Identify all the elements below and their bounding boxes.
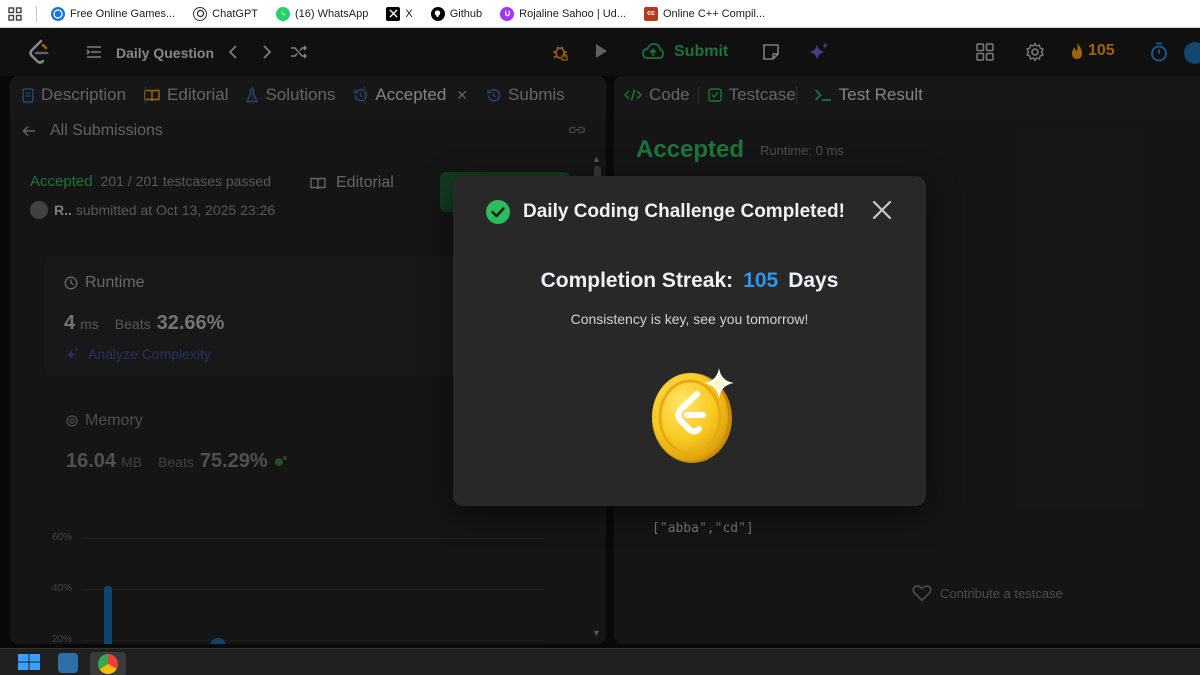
udemy-icon [500, 6, 515, 21]
completion-streak: Completion Streak: 105 Days [453, 269, 926, 293]
bookmark-x[interactable]: X [380, 0, 418, 28]
bookmarks-separator [36, 5, 37, 22]
bookmarks-bar: Free Online Games... ChatGPT (16) WhatsA… [0, 0, 1200, 28]
bookmark-label: Free Online Games... [70, 7, 176, 20]
github-icon [430, 6, 445, 21]
streak-label: Completion Streak: [540, 269, 734, 292]
bookmark-chatgpt[interactable]: ChatGPT [187, 0, 264, 28]
windows-taskbar [0, 648, 1200, 675]
bookmark-label: ChatGPT [212, 7, 259, 20]
globe-icon [51, 6, 65, 21]
cc-icon: cc [643, 6, 658, 21]
bookmark-udemy[interactable]: Rojaline Sahoo | Ud... [494, 0, 632, 28]
bookmark-label: Rojaline Sahoo | Ud... [519, 7, 626, 20]
modal-header: Daily Coding Challenge Completed! [485, 199, 845, 225]
daily-challenge-modal: Daily Coding Challenge Completed! Comple… [453, 176, 926, 506]
bookmark-free-online-games[interactable]: Free Online Games... [45, 0, 181, 28]
check-circle-icon [485, 199, 511, 225]
apps-grid-icon[interactable] [0, 0, 30, 28]
bookmark-whatsapp[interactable]: (16) WhatsApp [270, 0, 374, 28]
close-icon[interactable] [871, 199, 893, 221]
modal-title: Daily Coding Challenge Completed! [523, 201, 845, 222]
chatgpt-icon [193, 6, 208, 21]
chrome-icon[interactable] [98, 654, 118, 674]
windows-start-icon[interactable] [18, 654, 40, 670]
whatsapp-icon [276, 6, 291, 21]
streak-days: 105 [743, 269, 779, 292]
bookmark-online-cpp-compiler[interactable]: cc Online C++ Compil... [638, 0, 771, 28]
modal-subtitle: Consistency is key, see you tomorrow! [570, 311, 809, 327]
bookmark-github[interactable]: Github [425, 0, 488, 28]
bookmark-label: Github [449, 7, 483, 20]
x-icon [386, 6, 401, 21]
bookmark-label: Online C++ Compil... [662, 7, 766, 20]
bookmark-label: X [405, 7, 413, 20]
taskbar-app-icon[interactable] [58, 653, 78, 673]
gold-coin-icon [643, 364, 743, 464]
days-label: Days [788, 269, 839, 292]
bookmark-label: (16) WhatsApp [295, 7, 369, 20]
